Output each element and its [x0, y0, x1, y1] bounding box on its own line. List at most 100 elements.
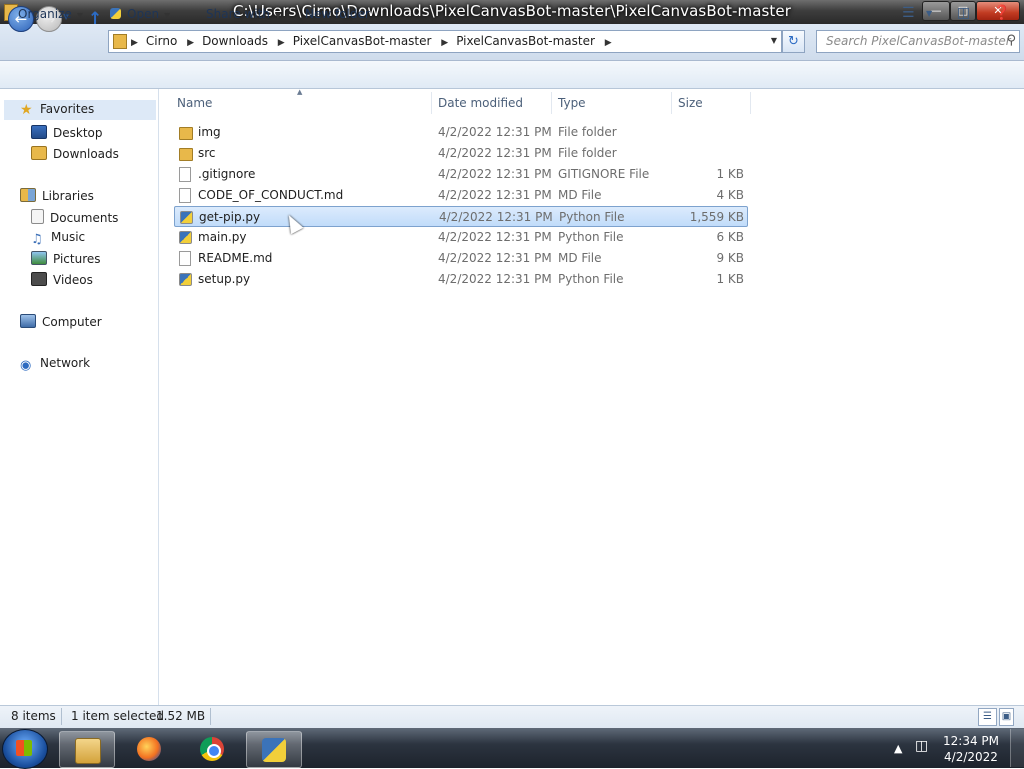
- network-tray-icon[interactable]: ◫: [915, 738, 928, 754]
- file-row[interactable]: .gitignore 4/2/2022 12:31 PM GITIGNORE F…: [174, 164, 747, 185]
- sidebar-item-network[interactable]: ◉ Network: [20, 356, 90, 373]
- chevron-right-icon[interactable]: ▶: [187, 38, 194, 48]
- chevron-right-icon[interactable]: ▶: [278, 38, 285, 48]
- sidebar-label: Downloads: [53, 147, 119, 161]
- taskbar-clock[interactable]: 12:34 PM 4/2/2022: [940, 733, 1002, 765]
- sidebar-item-videos[interactable]: Videos: [31, 272, 93, 287]
- file-name: src: [198, 146, 216, 160]
- taskbar-app-explorer[interactable]: [59, 731, 115, 768]
- change-view-icon[interactable]: ☰: [902, 5, 915, 21]
- file-row[interactable]: src 4/2/2022 12:31 PM File folder: [174, 143, 747, 164]
- column-header-size[interactable]: Size: [678, 96, 703, 110]
- breadcrumb-item[interactable]: PixelCanvasBot-master: [456, 34, 595, 48]
- chrome-icon: [200, 737, 224, 761]
- file-date: 4/2/2022 12:31 PM: [438, 251, 552, 265]
- file-name: img: [198, 125, 221, 139]
- column-header-type[interactable]: Type: [558, 96, 586, 110]
- chevron-down-icon: ▼: [274, 11, 282, 20]
- libraries-icon: [20, 188, 36, 202]
- chevron-right-icon[interactable]: ▶: [605, 38, 612, 48]
- new-folder-button[interactable]: New folder: [305, 7, 370, 21]
- sidebar-item-music[interactable]: ♫ Music: [31, 230, 85, 247]
- up-arrow-icon[interactable]: ↑: [88, 9, 102, 29]
- sidebar-label: Pictures: [53, 252, 101, 266]
- sort-ascending-icon: ▲: [297, 88, 303, 96]
- sidebar-label: Favorites: [40, 102, 95, 116]
- preview-pane-icon[interactable]: ◫: [957, 5, 970, 21]
- star-icon: ★: [20, 102, 33, 118]
- chevron-right-icon[interactable]: ▶: [441, 38, 448, 48]
- breadcrumb-item[interactable]: PixelCanvasBot-master: [293, 34, 432, 48]
- breadcrumb-item[interactable]: Downloads: [202, 34, 268, 48]
- file-date: 4/2/2022 12:31 PM: [438, 125, 552, 139]
- breadcrumb: ▶ Cirno ▶ Downloads ▶ PixelCanvasBot-master…: [131, 34, 620, 48]
- sidebar-item-favorites[interactable]: ★ Favorites: [4, 100, 156, 120]
- breadcrumb-item[interactable]: Cirno: [146, 34, 177, 48]
- status-divider: [210, 708, 211, 725]
- search-icon[interactable]: ⚲: [1006, 33, 1016, 48]
- share-with-label: Share with: [206, 7, 270, 21]
- column-divider[interactable]: [671, 92, 672, 114]
- python-icon: [110, 8, 121, 19]
- view-options-dropdown[interactable]: ▼: [926, 9, 932, 18]
- share-with-button[interactable]: Share with ▼: [206, 7, 281, 21]
- taskbar-app-python[interactable]: [246, 731, 302, 768]
- refresh-icon: ↻: [788, 34, 799, 49]
- open-button[interactable]: Open ▼: [110, 7, 170, 21]
- file-row[interactable]: img 4/2/2022 12:31 PM File folder: [174, 122, 747, 143]
- address-bar[interactable]: ▶ Cirno ▶ Downloads ▶ PixelCanvasBot-master…: [108, 30, 782, 53]
- downloads-folder-icon: [31, 146, 47, 160]
- python-icon: [262, 738, 286, 762]
- refresh-button[interactable]: ↻: [782, 30, 805, 53]
- sidebar-item-pictures[interactable]: Pictures: [31, 251, 101, 266]
- open-label: Open: [127, 7, 160, 21]
- file-row[interactable]: CODE_OF_CONDUCT.md 4/2/2022 12:31 PM MD …: [174, 185, 747, 206]
- search-input[interactable]: Search PixelCanvasBot-master ⚲: [816, 30, 1020, 53]
- status-item-count: 8 items: [11, 709, 56, 723]
- file-size: 1 KB: [716, 167, 744, 181]
- python-file-icon: [179, 273, 192, 286]
- sidebar-item-desktop[interactable]: Desktop: [31, 125, 103, 140]
- column-header-date-modified[interactable]: Date modified: [438, 96, 523, 110]
- status-selected-size: 1.52 MB: [156, 709, 206, 723]
- column-divider[interactable]: [551, 92, 552, 114]
- videos-icon: [31, 272, 47, 286]
- help-icon[interactable]: ❓: [993, 5, 1010, 21]
- details-view-icon[interactable]: ☰: [978, 708, 997, 726]
- taskbar-app-chrome[interactable]: [185, 731, 239, 766]
- start-button[interactable]: [2, 729, 48, 769]
- taskbar-app-firefox[interactable]: [122, 731, 176, 766]
- file-row[interactable]: setup.py 4/2/2022 12:31 PM Python File 1…: [174, 269, 747, 290]
- sidebar-item-downloads[interactable]: Downloads: [31, 146, 119, 161]
- sidebar-item-libraries[interactable]: Libraries: [20, 188, 94, 203]
- sidebar-label: Desktop: [53, 126, 103, 140]
- sidebar-item-documents[interactable]: Documents: [31, 209, 118, 225]
- column-header-name[interactable]: Name: [177, 96, 212, 110]
- column-divider[interactable]: [750, 92, 751, 114]
- tray-expand-icon[interactable]: ▲: [894, 742, 902, 755]
- file-row-selected[interactable]: get-pip.py 4/2/2022 12:31 PM Python File…: [174, 206, 748, 227]
- file-row[interactable]: main.py 4/2/2022 12:31 PM Python File 6 …: [174, 227, 747, 248]
- organize-button[interactable]: Organize ▼: [18, 7, 83, 21]
- folder-icon: [179, 127, 193, 140]
- file-size: 1 KB: [716, 272, 744, 286]
- large-icons-view-icon[interactable]: ▣: [999, 708, 1014, 726]
- show-desktop-button[interactable]: [1010, 729, 1024, 767]
- status-selected-count: 1 item selected: [71, 709, 165, 723]
- file-name: get-pip.py: [199, 210, 261, 224]
- file-size: 9 KB: [716, 251, 744, 265]
- network-icon: ◉: [20, 358, 32, 373]
- python-file-icon: [180, 211, 193, 224]
- python-file-icon: [179, 231, 192, 244]
- chevron-right-icon[interactable]: ▶: [131, 38, 138, 48]
- sidebar-item-computer[interactable]: Computer: [20, 314, 102, 329]
- sidebar-label: Videos: [53, 273, 93, 287]
- column-divider[interactable]: [431, 92, 432, 114]
- file-row[interactable]: README.md 4/2/2022 12:31 PM MD File 9 KB: [174, 248, 747, 269]
- file-size: 4 KB: [716, 188, 744, 202]
- document-icon: [31, 209, 44, 224]
- folder-icon: [179, 148, 193, 161]
- clock-date: 4/2/2022: [944, 750, 998, 764]
- address-dropdown-icon[interactable]: ▼: [771, 36, 777, 45]
- file-name: CODE_OF_CONDUCT.md: [198, 188, 344, 202]
